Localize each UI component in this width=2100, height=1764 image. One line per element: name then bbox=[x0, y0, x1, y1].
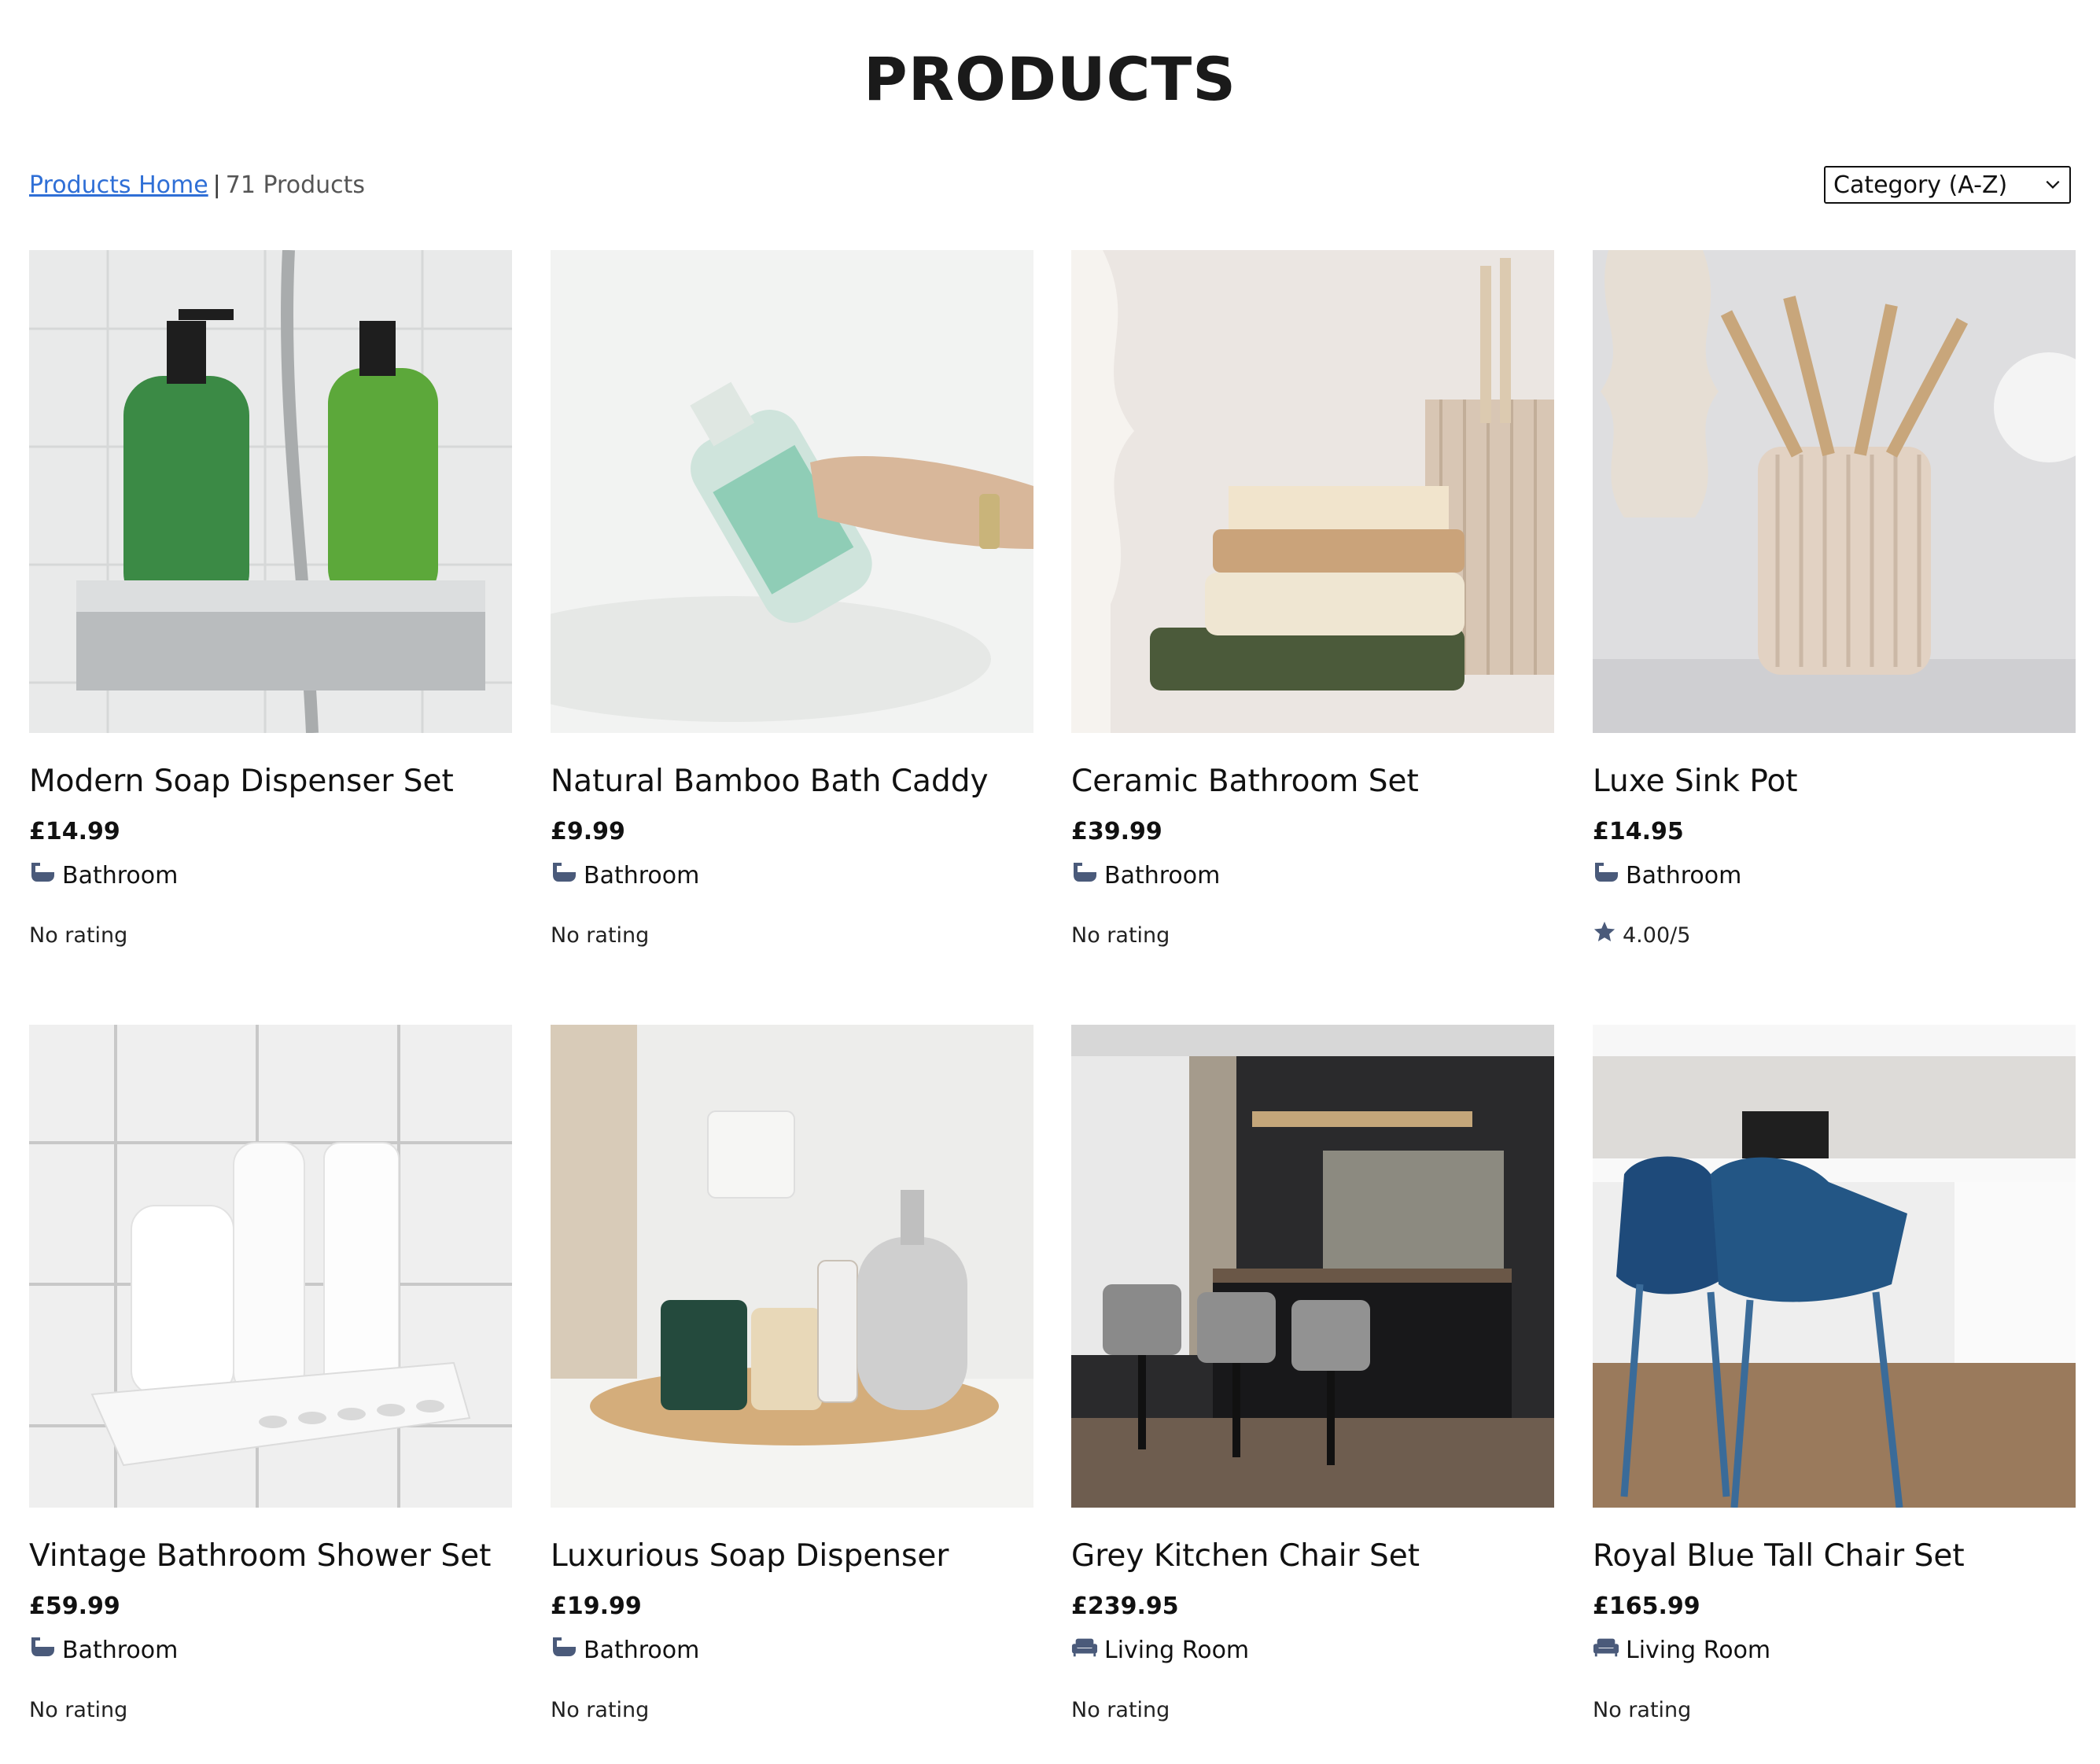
sofa-icon bbox=[1593, 1635, 1626, 1667]
product-category: Bathroom bbox=[1071, 860, 1554, 892]
product-rating: No rating bbox=[551, 1696, 1033, 1725]
category-label: Bathroom bbox=[584, 862, 700, 889]
breadcrumb: Products Home | 71 Products bbox=[29, 171, 365, 199]
sort-select[interactable]: Category (A-Z) bbox=[1824, 166, 2071, 204]
product-price: £14.99 bbox=[29, 818, 120, 845]
product-name[interactable]: Royal Blue Tall Chair Set bbox=[1593, 1538, 2076, 1575]
product-rating: No rating bbox=[1593, 1696, 2076, 1725]
product-rating: No rating bbox=[551, 922, 1033, 950]
rating-text: 4.00/5 bbox=[1623, 923, 1691, 948]
product-image-soap-dispenser[interactable] bbox=[551, 1025, 1033, 1508]
bathtub-icon bbox=[551, 860, 584, 893]
product-name[interactable]: Modern Soap Dispenser Set bbox=[29, 763, 512, 801]
product-price: £59.99 bbox=[29, 1593, 120, 1620]
bathtub-icon bbox=[1071, 860, 1104, 893]
sofa-icon bbox=[1071, 1635, 1104, 1667]
product-image-bath-caddy[interactable] bbox=[551, 250, 1033, 733]
product-card[interactable]: Natural Bamboo Bath Caddy £9.99 Bathroom… bbox=[551, 250, 1033, 989]
category-label: Bathroom bbox=[62, 862, 179, 889]
product-count: 71 Products bbox=[225, 171, 366, 199]
product-rating: 4.00/5 bbox=[1593, 920, 2076, 952]
product-image-grey-kitchen-chairs[interactable] bbox=[1071, 1025, 1554, 1508]
product-category: Living Room bbox=[1071, 1635, 1554, 1666]
product-card[interactable]: Royal Blue Tall Chair Set £165.99 Living… bbox=[1593, 1025, 2076, 1764]
product-price: £14.95 bbox=[1593, 818, 1684, 845]
product-image-ceramic-bathroom-set[interactable] bbox=[1071, 250, 1554, 733]
product-rating: No rating bbox=[29, 1696, 512, 1725]
product-name[interactable]: Natural Bamboo Bath Caddy bbox=[551, 763, 1033, 801]
category-label: Bathroom bbox=[62, 1637, 179, 1664]
product-category: Living Room bbox=[1593, 1635, 2076, 1666]
toolbar: Products Home | 71 Products Category (A-… bbox=[29, 161, 2071, 208]
product-category: Bathroom bbox=[29, 1635, 512, 1666]
star-icon bbox=[1593, 920, 1623, 952]
product-price: £9.99 bbox=[551, 818, 625, 845]
product-card[interactable]: Vintage Bathroom Shower Set £59.99 Bathr… bbox=[29, 1025, 512, 1764]
product-image-shower-set[interactable] bbox=[29, 1025, 512, 1508]
product-card[interactable]: Modern Soap Dispenser Set £14.99 Bathroo… bbox=[29, 250, 512, 989]
bathtub-icon bbox=[1593, 860, 1626, 893]
rating-text: No rating bbox=[29, 923, 128, 948]
product-card[interactable]: Luxe Sink Pot £14.95 Bathroom 4.00/5 bbox=[1593, 250, 2076, 989]
product-card[interactable]: Grey Kitchen Chair Set £239.95 Living Ro… bbox=[1071, 1025, 1554, 1764]
rating-text: No rating bbox=[29, 1698, 128, 1722]
product-name[interactable]: Grey Kitchen Chair Set bbox=[1071, 1538, 1554, 1575]
product-image-soap-dispenser-set[interactable] bbox=[29, 250, 512, 733]
bathtub-icon bbox=[29, 860, 62, 893]
page-title: PRODUCTS bbox=[864, 43, 1236, 114]
products-home-link[interactable]: Products Home bbox=[29, 171, 208, 199]
product-image-luxe-sink-pot[interactable] bbox=[1593, 250, 2076, 733]
category-label: Bathroom bbox=[1626, 862, 1742, 889]
product-price: £39.99 bbox=[1071, 818, 1162, 845]
product-card[interactable]: Luxurious Soap Dispenser £19.99 Bathroom… bbox=[551, 1025, 1033, 1764]
category-label: Living Room bbox=[1626, 1637, 1771, 1664]
product-card[interactable]: Ceramic Bathroom Set £39.99 Bathroom No … bbox=[1071, 250, 1554, 989]
product-price: £165.99 bbox=[1593, 1593, 1700, 1620]
sort-selected-value: Category (A-Z) bbox=[1833, 171, 2008, 199]
product-name[interactable]: Luxe Sink Pot bbox=[1593, 763, 2076, 801]
product-category: Bathroom bbox=[29, 860, 512, 892]
product-category: Bathroom bbox=[551, 1635, 1033, 1666]
category-label: Bathroom bbox=[584, 1637, 700, 1664]
product-rating: No rating bbox=[29, 922, 512, 950]
product-name[interactable]: Luxurious Soap Dispenser bbox=[551, 1538, 1033, 1575]
product-image-royal-blue-chairs[interactable] bbox=[1593, 1025, 2076, 1508]
category-label: Bathroom bbox=[1104, 862, 1221, 889]
bathtub-icon bbox=[551, 1635, 584, 1667]
product-price: £239.95 bbox=[1071, 1593, 1179, 1620]
category-label: Living Room bbox=[1104, 1637, 1250, 1664]
product-rating: No rating bbox=[1071, 1696, 1554, 1725]
rating-text: No rating bbox=[1593, 1698, 1692, 1722]
rating-text: No rating bbox=[1071, 1698, 1170, 1722]
breadcrumb-separator: | bbox=[212, 171, 221, 199]
product-category: Bathroom bbox=[551, 860, 1033, 892]
rating-text: No rating bbox=[551, 1698, 650, 1722]
bathtub-icon bbox=[29, 1635, 62, 1667]
product-name[interactable]: Vintage Bathroom Shower Set bbox=[29, 1538, 512, 1575]
product-name[interactable]: Ceramic Bathroom Set bbox=[1071, 763, 1554, 801]
chevron-down-icon bbox=[2044, 171, 2061, 199]
rating-text: No rating bbox=[551, 923, 650, 948]
rating-text: No rating bbox=[1071, 923, 1170, 948]
product-price: £19.99 bbox=[551, 1593, 642, 1620]
product-rating: No rating bbox=[1071, 922, 1554, 950]
product-category: Bathroom bbox=[1593, 860, 2076, 892]
